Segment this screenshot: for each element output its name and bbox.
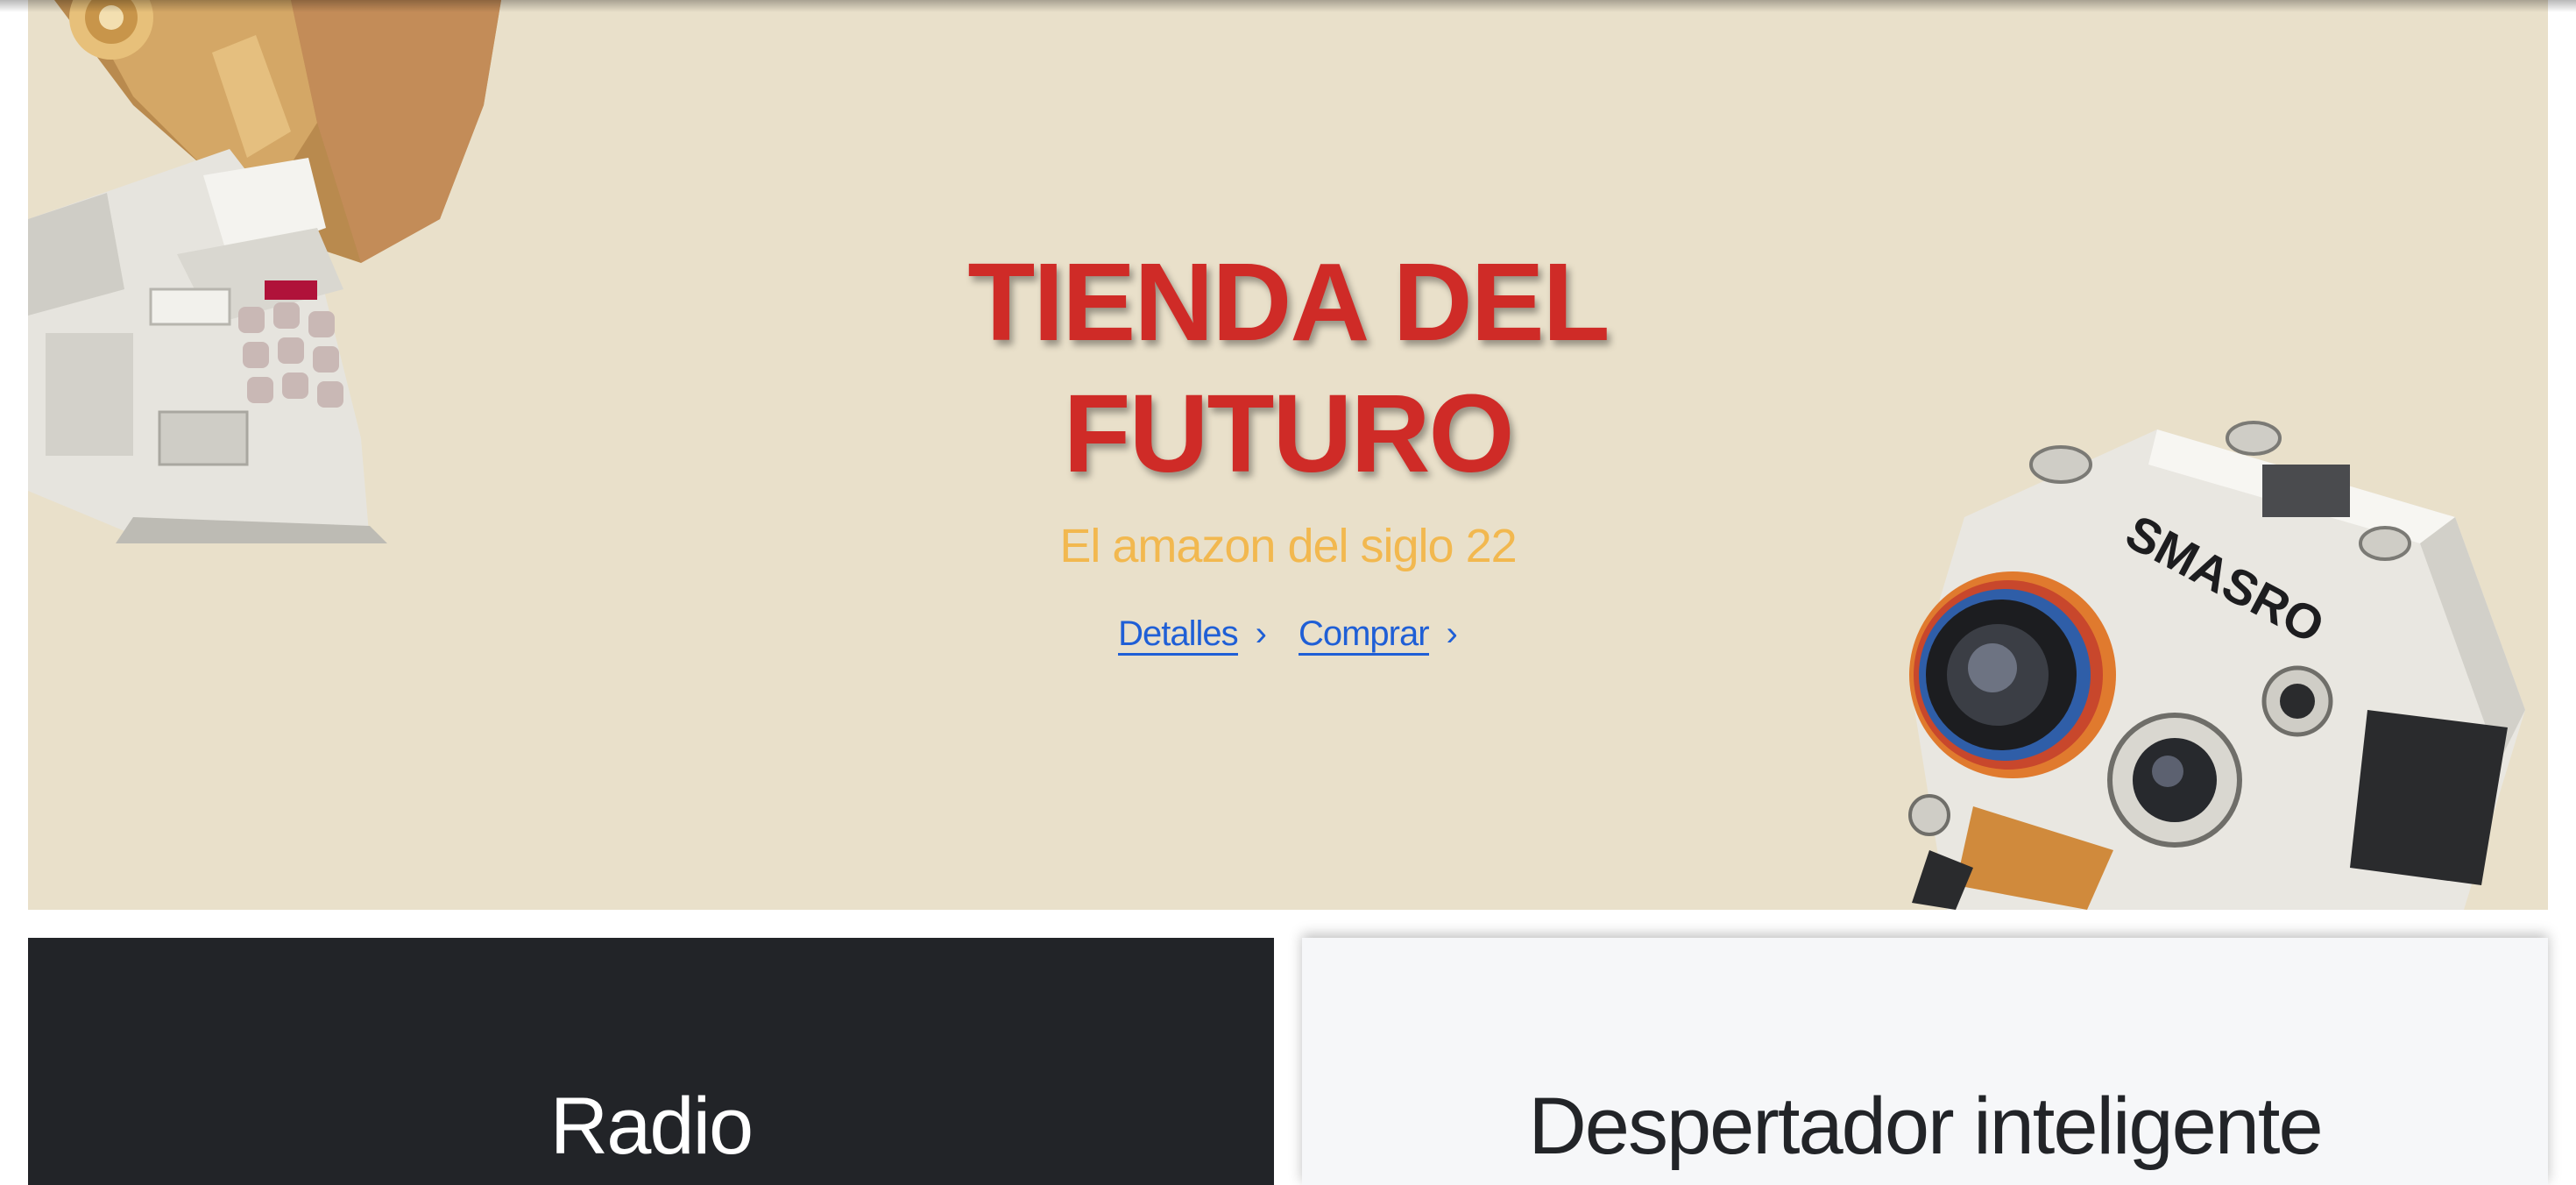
- hero-links: Detalles › Comprar ›: [28, 603, 2548, 664]
- hero-title-line2: FUTURO: [1063, 372, 1515, 495]
- buy-link[interactable]: Comprar: [1298, 614, 1430, 656]
- chevron-right-icon: ›: [1255, 614, 1267, 653]
- product-card-title: Radio: [549, 1082, 754, 1171]
- hero-title: TIENDA DEL FUTURO: [28, 237, 2548, 500]
- hero-banner: SMASRO TIENDA DEL FUTURO El amazon del s…: [28, 0, 2548, 910]
- product-card-smart-alarm[interactable]: Despertador inteligente: [1302, 938, 2548, 1185]
- top-shadow: [0, 0, 2576, 12]
- chevron-right-icon: ›: [1446, 614, 1458, 653]
- product-card-title: Despertador inteligente: [1528, 1082, 2323, 1171]
- product-card-radio[interactable]: Radio: [28, 938, 1274, 1185]
- hero-title-line1: TIENDA DEL: [967, 240, 1610, 364]
- details-link[interactable]: Detalles: [1118, 614, 1239, 656]
- hero-subtitle: El amazon del siglo 22: [1059, 520, 1517, 572]
